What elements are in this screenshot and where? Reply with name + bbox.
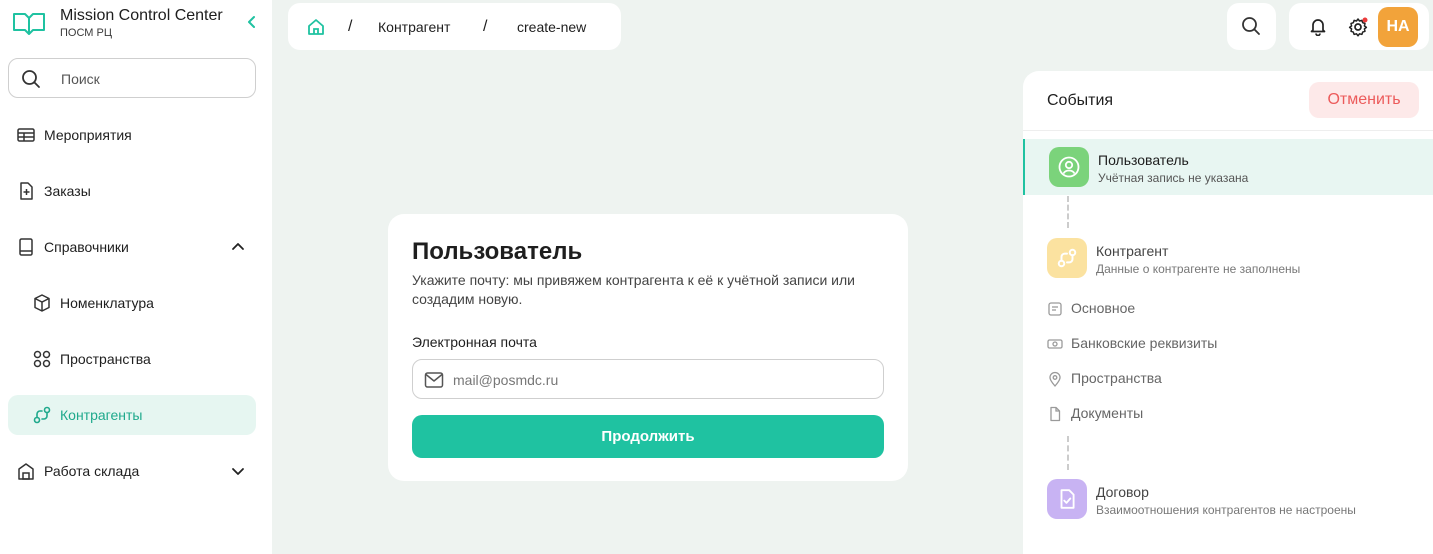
search-icon — [1242, 17, 1260, 35]
form-title: Пользователь — [412, 238, 583, 265]
contract-step-icon-bg — [1047, 479, 1087, 519]
breadcrumb: / Контрагент / create-new — [288, 3, 621, 50]
breadcrumb-item-current: create-new — [517, 19, 587, 35]
step-connector — [1067, 436, 1069, 470]
substep-bank-details[interactable]: Банковские реквизиты — [1047, 333, 1407, 355]
sidebar-item-label: Работа склада — [44, 463, 140, 479]
user-icon — [1058, 156, 1080, 178]
step-subtitle: Взаимоотношения контрагентов не настроен… — [1096, 503, 1356, 517]
substep-label: Пространства — [1071, 370, 1162, 386]
step-counterparty[interactable]: Контрагент Данные о контрагенте не запол… — [1023, 230, 1433, 286]
user-step-icon-bg — [1049, 147, 1089, 187]
step-connector — [1067, 196, 1069, 228]
step-title: Договор — [1096, 484, 1149, 500]
sidebar-search[interactable]: Поиск — [8, 58, 256, 98]
email-input[interactable] — [453, 369, 873, 391]
global-search-button[interactable] — [1227, 3, 1276, 50]
counterparty-step-icon-bg — [1047, 238, 1087, 278]
substep-label: Банковские реквизиты — [1071, 335, 1218, 351]
step-user[interactable]: Пользователь Учётная запись не указана — [1023, 139, 1433, 195]
breadcrumb-separator: / — [348, 18, 353, 35]
top-actions: НА — [1289, 3, 1429, 50]
counterparty-icon — [1057, 248, 1077, 268]
substep-main[interactable]: Основное — [1047, 298, 1407, 320]
orders-icon — [20, 182, 33, 200]
sidebar-item-events[interactable]: Мероприятия — [8, 115, 256, 155]
counterparty-icon — [33, 406, 51, 424]
email-label: Электронная почта — [412, 334, 537, 350]
brand: Mission Control Center ПОСМ РЦ — [12, 6, 262, 46]
step-title: Пользователь — [1098, 152, 1189, 168]
sidebar-item-label: Мероприятия — [44, 127, 132, 143]
file-icon — [1050, 406, 1061, 422]
banknote-icon — [1047, 339, 1063, 349]
chevron-down-icon — [232, 468, 244, 475]
events-header: События Отменить — [1023, 71, 1433, 131]
book-icon — [19, 238, 33, 256]
form-description: Укажите почту: мы привяжем контрагента к… — [412, 272, 855, 307]
sidebar-item-label: Пространства — [60, 351, 151, 367]
mail-icon — [424, 372, 444, 388]
chevron-up-icon — [232, 243, 244, 250]
sidebar-item-orders[interactable]: Заказы — [8, 171, 256, 211]
sidebar-item-label: Контрагенты — [60, 407, 143, 423]
search-icon — [22, 70, 40, 88]
contract-icon — [1060, 489, 1075, 509]
sidebar-item-label: Справочники — [44, 239, 129, 255]
search-placeholder: Поиск — [61, 71, 100, 87]
warehouse-icon — [18, 463, 34, 480]
bell-icon[interactable] — [1308, 16, 1328, 36]
sidebar-item-spaces[interactable]: Пространства — [8, 339, 256, 379]
sidebar-item-counterparties[interactable]: Контрагенты — [8, 395, 256, 435]
sidebar-item-nomenclature[interactable]: Номенклатура — [8, 283, 256, 323]
substep-label: Основное — [1071, 300, 1136, 316]
logo-icon — [13, 13, 45, 35]
step-subtitle: Учётная запись не указана — [1098, 171, 1249, 185]
user-form-card: Пользователь Укажите почту: мы привяжем … — [388, 214, 908, 481]
app-subtitle: ПОСМ РЦ — [60, 27, 112, 39]
sidebar: Mission Control Center ПОСМ РЦ Поиск Мер… — [0, 0, 272, 554]
grid-icon — [33, 350, 51, 368]
events-icon — [17, 128, 35, 142]
step-contract[interactable]: Договор Взаимоотношения контрагентов не … — [1023, 471, 1433, 527]
events-panel: События Отменить Пользователь Учётная за… — [1023, 71, 1433, 554]
collapse-sidebar-icon[interactable] — [244, 14, 260, 30]
gear-icon[interactable] — [1347, 16, 1369, 38]
app-title: Mission Control Center — [60, 7, 223, 24]
location-pin-icon — [1049, 371, 1061, 387]
substep-spaces[interactable]: Пространства — [1047, 368, 1407, 390]
events-title: События — [1047, 92, 1114, 109]
document-text-icon — [1048, 302, 1062, 316]
step-subtitle: Данные о контрагенте не заполнены — [1096, 262, 1301, 276]
sidebar-item-label: Номенклатура — [60, 295, 154, 311]
continue-button[interactable]: Продолжить — [412, 415, 884, 458]
home-icon[interactable] — [306, 17, 326, 37]
breadcrumb-separator: / — [483, 18, 488, 35]
email-field[interactable] — [412, 359, 884, 399]
avatar[interactable]: НА — [1378, 7, 1418, 47]
breadcrumb-item-counterparty[interactable]: Контрагент — [378, 19, 450, 35]
step-title: Контрагент — [1096, 243, 1169, 259]
box-icon — [34, 294, 50, 312]
substep-label: Документы — [1071, 405, 1144, 421]
cancel-button[interactable]: Отменить — [1309, 82, 1419, 118]
notification-dot — [1362, 17, 1368, 23]
substep-documents[interactable]: Документы — [1047, 403, 1407, 425]
sidebar-item-warehouse[interactable]: Работа склада — [8, 451, 256, 491]
sidebar-item-references[interactable]: Справочники — [8, 227, 256, 267]
sidebar-item-label: Заказы — [44, 183, 91, 199]
